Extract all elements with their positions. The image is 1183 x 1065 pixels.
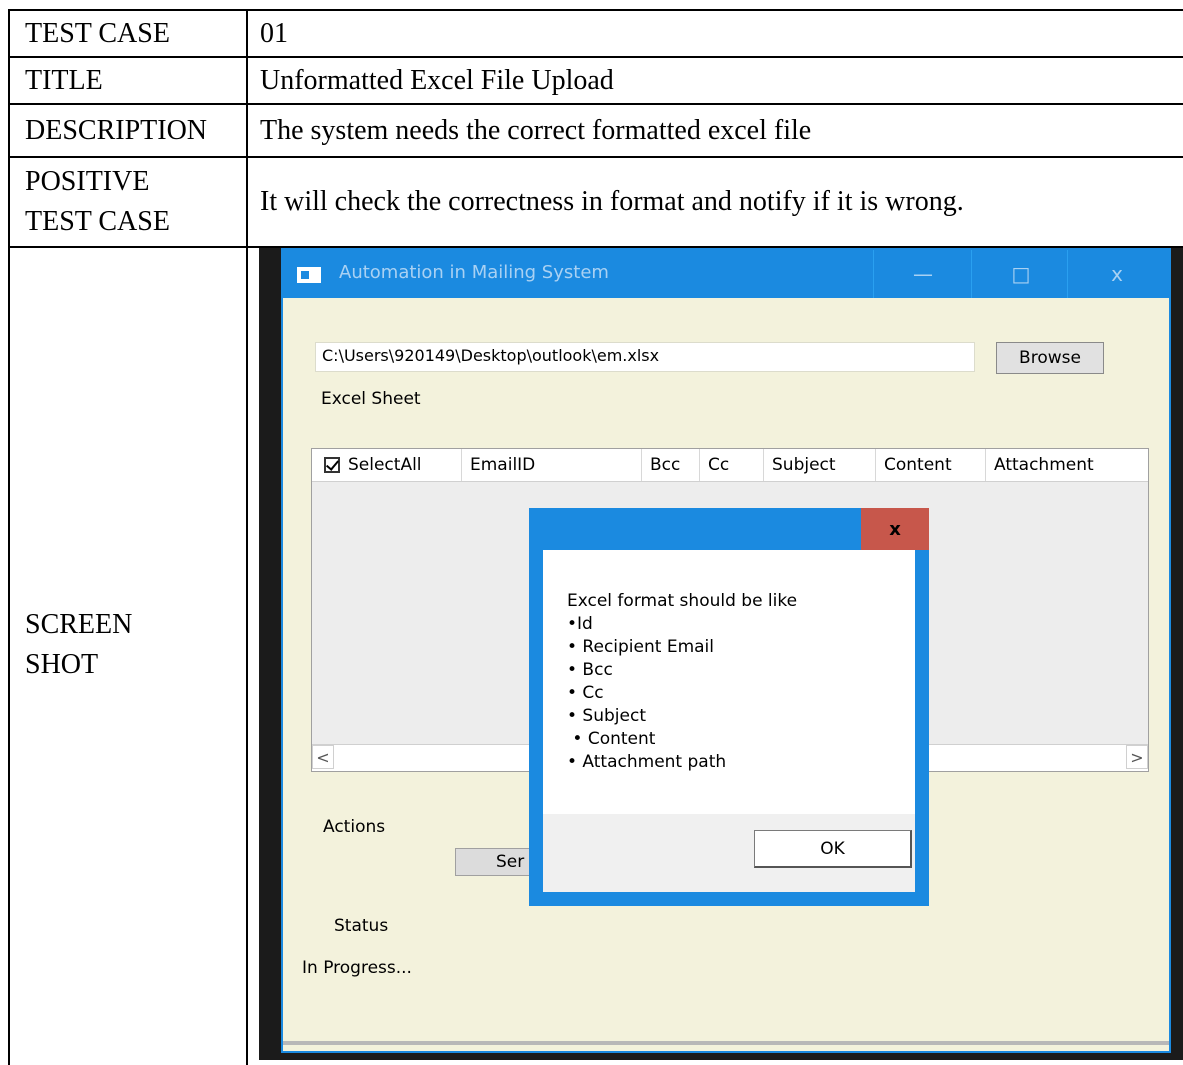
column-header[interactable]: Cc <box>700 449 764 481</box>
title-separator <box>971 250 972 298</box>
ok-button[interactable]: OK <box>754 830 912 868</box>
row-label-line: SHOT <box>25 649 99 680</box>
row-label-line: TEST CASE <box>25 206 170 237</box>
close-icon[interactable]: x <box>861 508 929 550</box>
dialog-message: Excel format should be like •Id • Recipi… <box>567 591 798 772</box>
screenshot: Automation in Mailing System — □ x C:\Us… <box>259 248 1183 1060</box>
row-label: POSITIVE TEST CASE <box>8 158 247 246</box>
row-label: SCREEN SHOT <box>8 600 247 690</box>
select-all-checkbox[interactable] <box>324 457 340 473</box>
scroll-left-icon[interactable]: < <box>312 745 334 769</box>
title-separator <box>1067 250 1068 298</box>
select-all-header[interactable]: SelectAll <box>312 449 462 481</box>
bottom-strip <box>283 1041 1169 1045</box>
column-header: SelectAll <box>348 455 422 475</box>
title-separator <box>873 250 874 298</box>
minimize-icon[interactable]: — <box>875 250 971 298</box>
row-label: DESCRIPTION <box>25 114 208 146</box>
app-window: Automation in Mailing System — □ x C:\Us… <box>281 248 1171 1053</box>
file-path-input[interactable]: C:\Users\920149\Desktop\outlook\em.xlsx <box>315 342 975 372</box>
test-description: The system needs the correct formatted e… <box>260 114 812 146</box>
window-title: Automation in Mailing System <box>339 262 609 283</box>
test-case-number: 01 <box>260 17 288 49</box>
row-label: TITLE <box>25 64 103 96</box>
test-title: Unformatted Excel File Upload <box>260 64 614 96</box>
excel-sheet-label: Excel Sheet <box>321 389 421 409</box>
column-header[interactable]: Attachment <box>986 449 1148 481</box>
close-icon[interactable]: x <box>1069 250 1165 298</box>
row-label-line: POSITIVE <box>25 166 150 197</box>
status-value: In Progress... <box>302 958 412 978</box>
app-icon <box>297 267 321 283</box>
column-header[interactable]: Subject <box>764 449 876 481</box>
column-header[interactable]: Bcc <box>642 449 700 481</box>
scroll-right-icon[interactable]: > <box>1126 745 1148 769</box>
positive-test-case: It will check the correctness in format … <box>260 186 964 217</box>
row-label: TEST CASE <box>25 17 170 49</box>
maximize-icon[interactable]: □ <box>973 250 1069 298</box>
format-dialog: x Excel format should be like •Id • Reci… <box>529 508 929 906</box>
dialog-body: Excel format should be like •Id • Recipi… <box>543 550 915 814</box>
grid-header: SelectAll EmailID Bcc Cc Subject Content… <box>312 449 1148 482</box>
browse-button[interactable]: Browse <box>996 342 1104 374</box>
title-bar: Automation in Mailing System — □ x <box>283 250 1169 298</box>
dialog-footer: OK <box>543 814 915 892</box>
row-label-line: SCREEN <box>25 609 133 640</box>
actions-label: Actions <box>323 817 386 837</box>
status-label: Status <box>334 916 389 936</box>
column-header[interactable]: Content <box>876 449 986 481</box>
column-header[interactable]: EmailID <box>462 449 642 481</box>
